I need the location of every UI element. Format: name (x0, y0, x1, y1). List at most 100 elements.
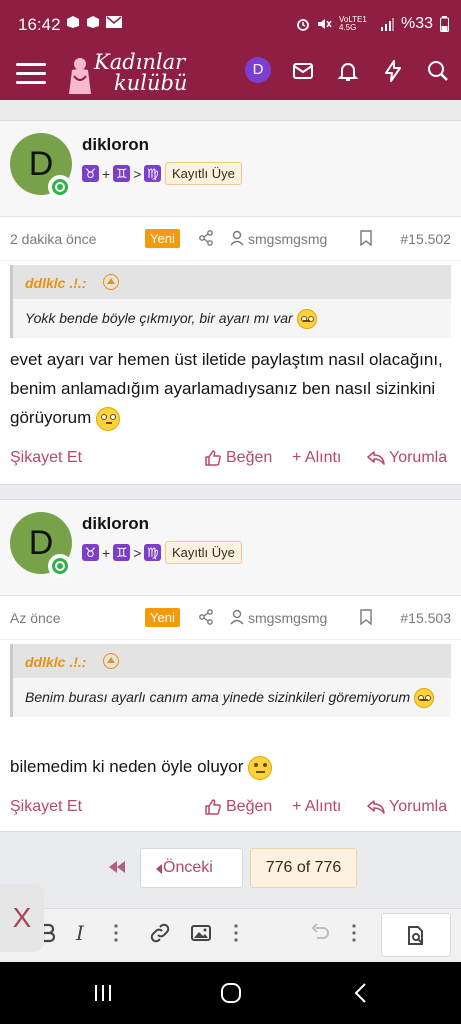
site-logo[interactable]: Kadınlar kulübü (66, 50, 192, 98)
mention-user[interactable]: smgsmgsmg (248, 610, 327, 626)
thumbs-up-icon (205, 799, 221, 815)
like-button[interactable]: Beğen (204, 449, 272, 467)
author-username[interactable]: dikloron (82, 514, 149, 534)
user-icon (230, 230, 244, 246)
bookmark-icon[interactable] (360, 230, 372, 246)
network-label: VoLTE1 4.5G (338, 15, 367, 32)
quote-author[interactable]: ddlklc .!.: (25, 654, 86, 670)
user-rank-badge: Kayıtlı Üye (165, 162, 242, 185)
bell-icon[interactable] (336, 59, 360, 83)
online-status-icon (48, 175, 72, 199)
post-actions: Şikayet Et Beğen + Alıntı Yorumla (0, 439, 461, 479)
online-status-icon (48, 554, 72, 578)
user-avatar[interactable]: D (245, 57, 271, 83)
app-header: Kadınlar kulübü D (0, 50, 461, 100)
quote-block: ddlklc .!.: Yokk bende böyle çıkmıyor, b… (10, 265, 451, 339)
virgo-icon: ♍ (144, 544, 162, 561)
gemini-icon: ♊ (113, 544, 131, 561)
jump-to-quote-icon[interactable] (103, 653, 119, 669)
quote-block: ddlklc .!.: Benim burası ayarlı canım am… (10, 644, 451, 718)
post-header: D dikloron ♉ + ♊ > ♍ Kayıtlı Üye (0, 500, 461, 596)
bookmark-icon[interactable] (360, 609, 372, 625)
menu-icon[interactable] (16, 58, 46, 88)
taurus-icon: ♉ (82, 544, 99, 561)
quote-author[interactable]: ddlklc .!.: (25, 275, 86, 291)
share-icon[interactable] (198, 230, 214, 246)
post-body: evet ayarı var hemen üst iletide paylaşt… (10, 345, 451, 432)
preview-icon (408, 926, 423, 945)
recent-apps-icon[interactable] (92, 982, 114, 1004)
post-header: D dikloron ♉ + ♊ > ♍ Kayıtlı Üye (0, 121, 461, 217)
lightning-icon[interactable] (381, 59, 405, 83)
status-time: 16:42 (18, 15, 61, 34)
home-icon[interactable] (220, 982, 242, 1004)
like-button[interactable]: Beğen (204, 798, 272, 816)
editor-toolbar: I (0, 908, 461, 960)
more-options-icon[interactable] (114, 923, 118, 943)
box-icon (67, 16, 79, 28)
author-username[interactable]: dikloron (82, 135, 149, 155)
new-badge: Yeni (145, 608, 180, 627)
more-options-icon[interactable] (234, 923, 238, 943)
alarm-icon (297, 19, 309, 31)
mute-icon (317, 19, 332, 29)
post-time[interactable]: Az önce (10, 610, 61, 626)
user-icon (230, 609, 244, 625)
thinking-emoji-icon (96, 406, 120, 431)
taurus-icon: ♉ (82, 165, 99, 182)
preview-button[interactable] (381, 913, 451, 957)
eye-roll-emoji-icon (414, 688, 435, 709)
gemini-icon: ♊ (113, 165, 131, 182)
zodiac-signs: ♉ + ♊ > ♍ (82, 544, 162, 561)
mention-user[interactable]: smgsmgsmg (248, 231, 327, 247)
reply-icon (367, 800, 385, 814)
page-indicator[interactable]: 776 of 776 (250, 848, 357, 888)
close-editor-button[interactable]: X (0, 884, 44, 952)
quote-header: ddlklc .!.: (13, 644, 451, 678)
back-icon[interactable] (352, 982, 370, 1004)
zodiac-signs: ♉ + ♊ > ♍ (82, 165, 162, 182)
android-nav-bar (0, 962, 461, 1024)
inbox-icon[interactable] (291, 59, 315, 83)
more-options-icon[interactable] (352, 923, 356, 943)
logo-text: Kadınlar kulübü (94, 50, 188, 95)
report-button[interactable]: Şikayet Et (10, 449, 82, 467)
report-button[interactable]: Şikayet Et (10, 798, 82, 816)
system-icons: VoLTE1 4.5G %33 (296, 15, 449, 33)
post-number[interactable]: #15.503 (400, 610, 451, 626)
post-body: bilemedim ki neden öyle oluyor (10, 752, 451, 781)
post-15503: D dikloron ♉ + ♊ > ♍ Kayıtlı Üye Az önce… (0, 499, 461, 832)
quote-button[interactable]: + Alıntı (292, 449, 341, 467)
link-icon[interactable] (148, 921, 172, 945)
post-15502: D dikloron ♉ + ♊ > ♍ Kayıtlı Üye 2 dakik… (0, 120, 461, 485)
post-number[interactable]: #15.502 (400, 231, 451, 247)
virgo-icon: ♍ (144, 165, 162, 182)
post-actions: Şikayet Et Beğen + Alıntı Yorumla (0, 788, 461, 828)
share-icon[interactable] (198, 609, 214, 625)
previous-page-button[interactable]: Önceki (140, 848, 243, 888)
box-icon (87, 16, 99, 28)
reply-icon (367, 451, 385, 465)
quote-button[interactable]: + Alıntı (292, 798, 341, 816)
new-badge: Yeni (145, 229, 180, 248)
user-rank-badge: Kayıtlı Üye (165, 541, 242, 564)
italic-button[interactable]: I (68, 921, 92, 945)
neutral-face-emoji-icon (248, 755, 273, 780)
image-icon[interactable] (189, 921, 213, 945)
reply-button[interactable]: Yorumla (367, 798, 447, 816)
battery-level: %33 (400, 15, 433, 32)
status-bar: 16:42 VoLTE1 4.5G %33 (0, 0, 461, 50)
jump-to-quote-icon[interactable] (103, 274, 119, 290)
undo-icon[interactable] (308, 921, 332, 945)
search-icon[interactable] (426, 59, 450, 83)
pagination: Önceki 776 of 776 (0, 848, 461, 892)
reply-button[interactable]: Yorumla (367, 449, 447, 467)
logo-figure-icon (69, 58, 91, 94)
post-time[interactable]: 2 dakika önce (10, 231, 96, 247)
thumbs-up-icon (205, 450, 221, 466)
eye-roll-emoji-icon (296, 309, 317, 330)
first-page-icon[interactable] (108, 860, 126, 874)
post-meta: Az önce Yeni smgsmgsmg #15.503 (0, 596, 461, 640)
quote-header: ddlklc .!.: (13, 265, 451, 299)
post-meta: 2 dakika önce Yeni smgsmgsmg #15.502 (0, 217, 461, 261)
